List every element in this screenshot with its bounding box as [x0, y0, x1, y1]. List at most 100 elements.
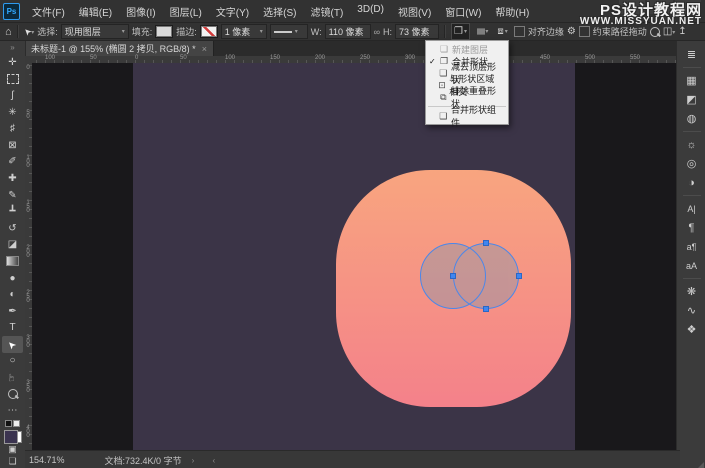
character-styles-icon[interactable]: aA: [681, 256, 703, 275]
ruler-label: 0: [135, 55, 138, 61]
menu-item[interactable]: 文字(Y): [210, 2, 255, 21]
eraser-tool[interactable]: ◪: [2, 237, 23, 254]
ellipse-shape-tool[interactable]: ○: [2, 353, 23, 370]
maximize-button[interactable]: □: [647, 0, 673, 14]
blur-tool[interactable]: ●: [2, 270, 23, 287]
link-dimensions-icon[interactable]: ∞: [374, 27, 380, 37]
toolbar-collapse-icon[interactable]: »: [10, 41, 14, 54]
tab-close-icon[interactable]: ×: [202, 44, 207, 54]
anchor-point-bottom[interactable]: [483, 306, 489, 312]
menu-item[interactable]: 滤镜(T): [305, 2, 350, 21]
zoom-tool[interactable]: [2, 386, 23, 403]
panel-divider: [683, 67, 701, 68]
glyphs-icon[interactable]: a¶: [681, 237, 703, 256]
workspace-icon: ◫: [663, 26, 672, 37]
pen-tool[interactable]: ✒: [2, 303, 23, 320]
ruler-label: 550: [630, 55, 640, 61]
width-field[interactable]: 110 像素: [325, 24, 371, 39]
path-alignment-button[interactable]: ≣▾: [473, 23, 491, 40]
swatches-icon[interactable]: ▦: [681, 71, 703, 90]
workspace-switcher[interactable]: ◫▾: [663, 26, 675, 37]
gear-icon[interactable]: ⚙: [567, 26, 576, 37]
height-field[interactable]: 73 像素: [395, 24, 439, 39]
frame-tool[interactable]: ⊠: [2, 137, 23, 154]
ruler-label: 50: [90, 55, 97, 61]
screen-mode-button[interactable]: ❏: [2, 456, 23, 468]
align-edges-checkbox[interactable]: [514, 26, 525, 37]
home-icon[interactable]: ⌂: [5, 26, 12, 38]
resize-grip[interactable]: [696, 462, 704, 468]
ruler-label: 50: [180, 55, 187, 61]
path-arrangement-button[interactable]: ⧈▾: [494, 23, 510, 40]
default-colors-icon[interactable]: [5, 420, 20, 427]
menu-item[interactable]: 编辑(E): [73, 2, 118, 21]
type-tool[interactable]: T: [2, 320, 23, 337]
menu-item[interactable]: 图像(I): [120, 2, 161, 21]
libraries-icon[interactable]: ◎: [681, 154, 703, 173]
hand-tool[interactable]: ☞: [2, 369, 23, 386]
eyedropper-tool[interactable]: ✐: [2, 154, 23, 171]
brush-tool[interactable]: ✎: [2, 187, 23, 204]
anchor-point-right[interactable]: [516, 273, 522, 279]
color-icon[interactable]: ❋: [681, 282, 703, 301]
marquee-tool[interactable]: [2, 71, 23, 88]
paragraph-icon[interactable]: ¶: [681, 218, 703, 237]
menu-item[interactable]: 文件(F): [26, 2, 71, 21]
path-operations-button[interactable]: ❐▾: [451, 23, 470, 40]
history-brush-tool[interactable]: ↺: [2, 220, 23, 237]
path-selection-tool[interactable]: ➤: [2, 336, 23, 353]
status-flyout-chevrons[interactable]: › ‹: [192, 456, 224, 465]
current-tool-icon[interactable]: ➤▾: [24, 26, 35, 37]
crop-tool[interactable]: ♯: [2, 120, 23, 137]
minimize-button[interactable]: –: [619, 0, 645, 14]
gradients-icon[interactable]: ◩: [681, 90, 703, 109]
anchor-point-top[interactable]: [483, 240, 489, 246]
adjustments-icon[interactable]: ◑: [681, 173, 703, 192]
patterns-icon[interactable]: ◍: [681, 109, 703, 128]
properties-icon[interactable]: ≣: [681, 45, 703, 64]
toolbar-ellipsis[interactable]: ⋯: [2, 402, 23, 419]
zoom-level-field[interactable]: 154.71%: [29, 455, 65, 465]
menu-item[interactable]: 帮助(H): [489, 2, 535, 21]
stroke-swatch[interactable]: [200, 25, 218, 38]
close-button[interactable]: ×: [675, 0, 701, 14]
select-mode-dropdown[interactable]: 现用图层▾: [61, 24, 129, 39]
window-controls: – □ ×: [617, 0, 701, 14]
share-icon[interactable]: ↥: [678, 26, 686, 37]
magic-wand-tool[interactable]: ✳: [2, 104, 23, 121]
dodge-tool[interactable]: ◐: [2, 286, 23, 303]
quick-mask-button[interactable]: ▣: [2, 444, 23, 456]
right-ellipse-path[interactable]: [453, 243, 519, 309]
menu-item[interactable]: 图层(L): [164, 2, 208, 21]
gradient-tool[interactable]: [2, 253, 23, 270]
healing-brush-tool[interactable]: ✚: [2, 170, 23, 187]
menu-item[interactable]: 视图(V): [392, 2, 437, 21]
layers-icon[interactable]: ❖: [681, 320, 703, 339]
learn-icon[interactable]: ☼: [681, 135, 703, 154]
character-icon[interactable]: A|: [681, 199, 703, 218]
menu-item[interactable]: 3D(D): [351, 2, 390, 21]
menu-item[interactable]: 选择(S): [257, 2, 302, 21]
anchor-point-left[interactable]: [450, 273, 456, 279]
title-bar: Ps 文件(F)编辑(E)图像(I)图层(L)文字(Y)选择(S)滤镜(T)3D…: [0, 0, 705, 23]
fill-swatch[interactable]: [155, 25, 173, 38]
dodge-tool-icon: ◐: [9, 289, 15, 300]
move-tool[interactable]: ✛: [2, 54, 23, 71]
menu-item-exclude-overlap[interactable]: ⧉排除重叠形状: [426, 91, 508, 103]
foreground-color-swatch[interactable]: [4, 430, 18, 444]
constrain-path-checkbox[interactable]: [579, 26, 590, 37]
menu-item[interactable]: 窗口(W): [439, 2, 487, 21]
menu-item-label: 合并形状组件: [451, 103, 502, 129]
paths-icon[interactable]: ∿: [681, 301, 703, 320]
clone-stamp-tool-icon: ┻: [9, 206, 15, 217]
menu-item-merge-shape-components[interactable]: ❑ 合并形状组件: [426, 110, 508, 122]
stroke-width-dropdown[interactable]: 1 像素▾: [221, 24, 267, 39]
constrain-path-label: 约束路径拖动: [593, 25, 647, 38]
lasso-tool[interactable]: ʃ: [2, 87, 23, 104]
canvas-area[interactable]: [32, 63, 676, 450]
ruler-label: 100: [45, 55, 55, 61]
stroke-style-dropdown[interactable]: ▾: [270, 24, 308, 39]
clone-stamp-tool[interactable]: ┻: [2, 203, 23, 220]
document-tab[interactable]: 未标题-1 @ 155% (椭圆 2 拷贝, RGB/8) * ×: [25, 41, 214, 56]
search-icon[interactable]: [650, 27, 660, 37]
